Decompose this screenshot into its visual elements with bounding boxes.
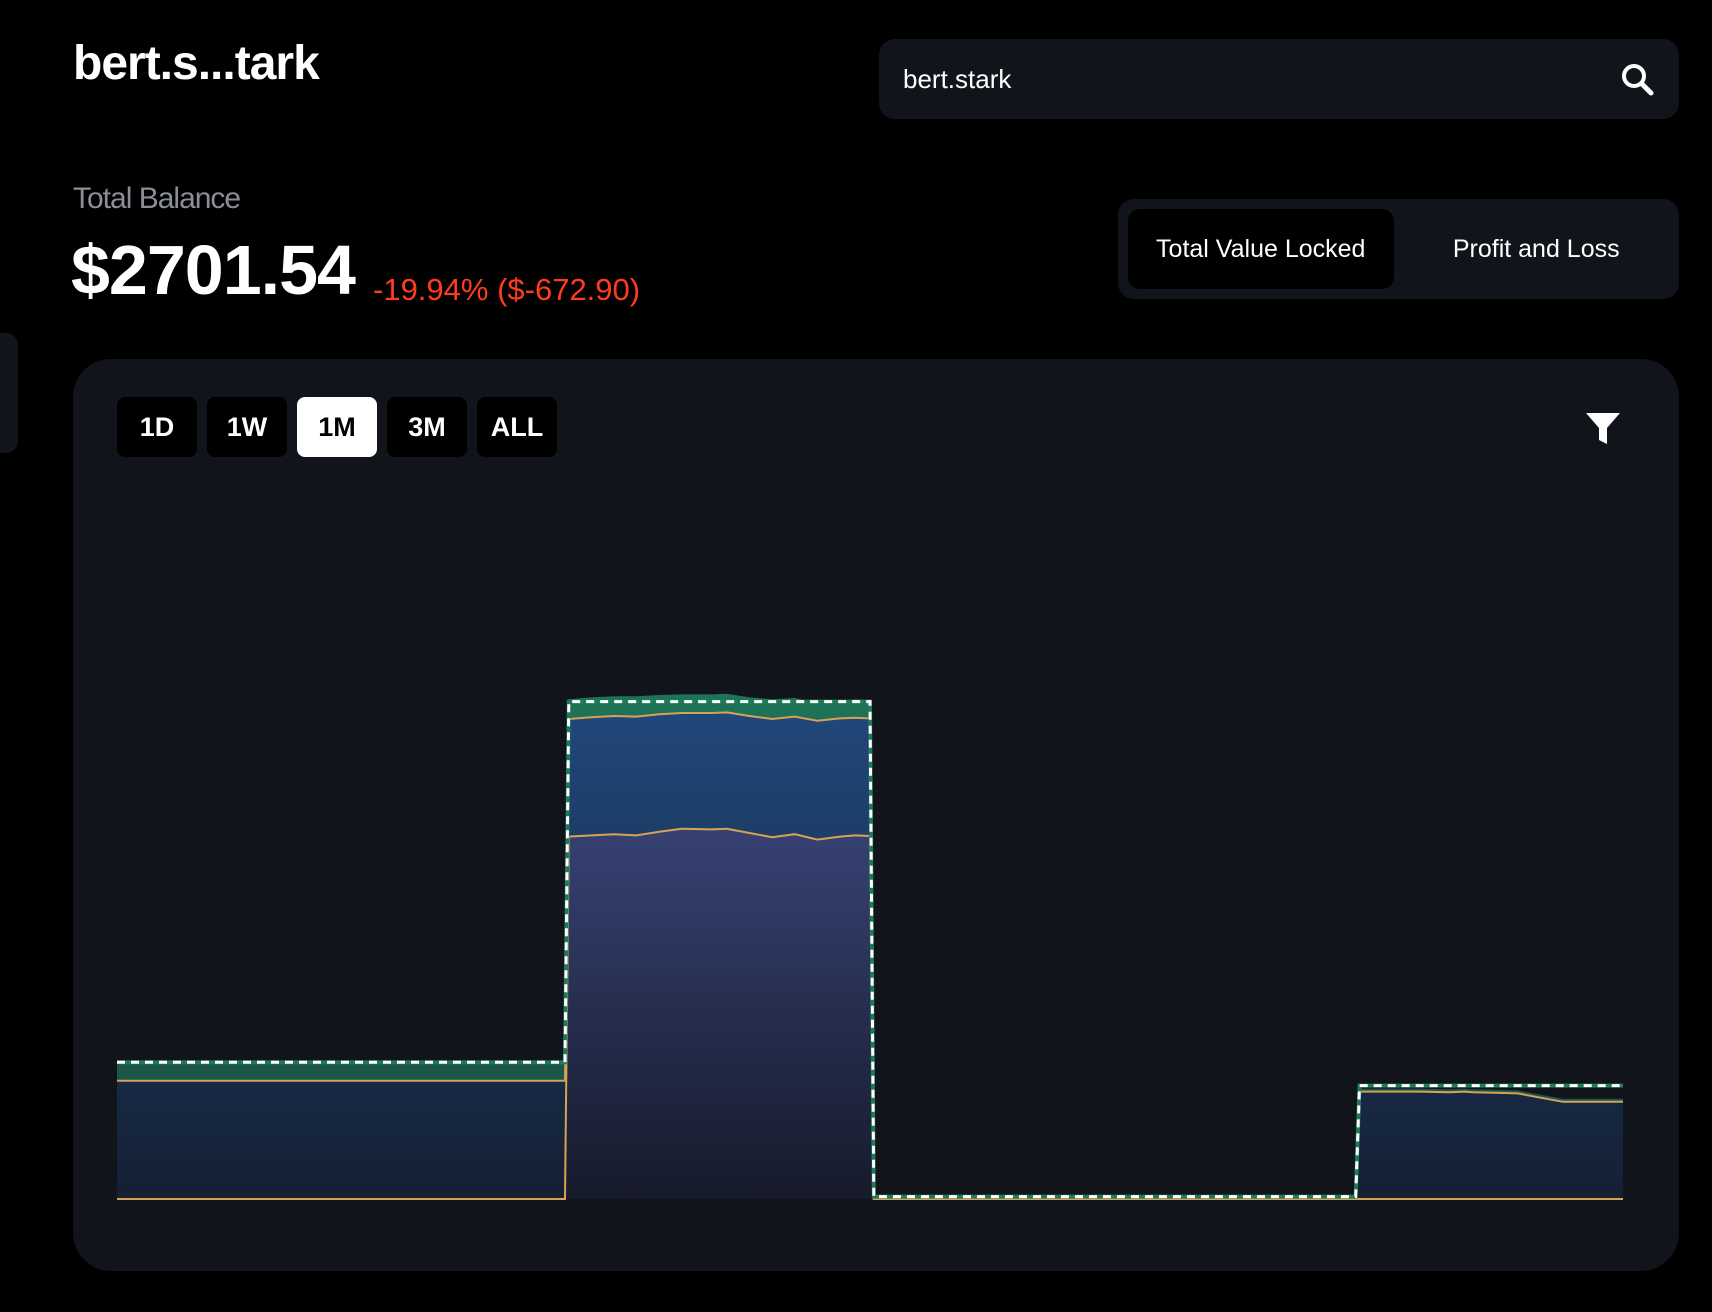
range-3m-button[interactable]: 3M xyxy=(387,397,467,457)
time-range-selector: 1D 1W 1M 3M ALL xyxy=(117,397,557,457)
range-1w-button[interactable]: 1W xyxy=(207,397,287,457)
side-panel-tab[interactable] xyxy=(0,333,18,453)
balance-label: Total Balance xyxy=(73,182,241,215)
account-title: bert.s...tark xyxy=(73,37,320,90)
range-all-button[interactable]: ALL xyxy=(477,397,557,457)
search-icon[interactable] xyxy=(1619,61,1655,97)
search-bar xyxy=(879,39,1679,119)
filter-icon[interactable] xyxy=(1583,409,1623,449)
balance-change: -19.94% ($-672.90) xyxy=(373,272,641,307)
chart-card: 1D 1W 1M 3M ALL xyxy=(73,359,1679,1271)
tvl-chart xyxy=(117,693,1623,1200)
range-1d-button[interactable]: 1D xyxy=(117,397,197,457)
toggle-profit-and-loss[interactable]: Profit and Loss xyxy=(1404,209,1670,289)
search-input[interactable] xyxy=(903,63,1619,95)
view-toggle: Total Value Locked Profit and Loss xyxy=(1118,199,1679,299)
balance-value: $2701.54 xyxy=(71,231,356,309)
range-1m-button[interactable]: 1M xyxy=(297,397,377,457)
toggle-total-value-locked[interactable]: Total Value Locked xyxy=(1128,209,1394,289)
